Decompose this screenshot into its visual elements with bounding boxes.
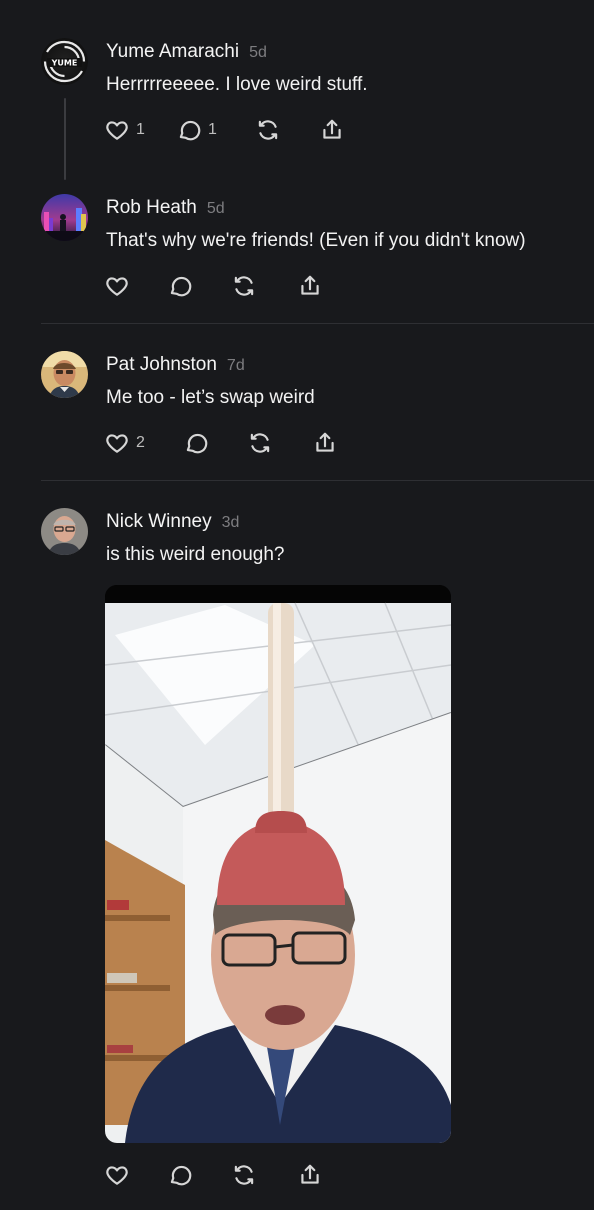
- like-button[interactable]: [104, 1162, 130, 1188]
- post-text: is this weird enough?: [106, 544, 285, 565]
- divider: [41, 323, 594, 324]
- reply-button[interactable]: [183, 430, 209, 456]
- post-header: Nick Winney 3d: [106, 511, 239, 533]
- share-button[interactable]: [297, 1162, 323, 1188]
- thread-connector-line: [64, 98, 66, 180]
- repost-button[interactable]: [247, 430, 273, 456]
- like-button[interactable]: [104, 273, 130, 299]
- share-button[interactable]: [312, 430, 338, 456]
- avatar[interactable]: [41, 351, 88, 398]
- author-name[interactable]: Rob Heath: [106, 197, 197, 218]
- reply-button[interactable]: 1: [176, 117, 217, 143]
- avatar[interactable]: YUME: [41, 38, 88, 85]
- post-timestamp[interactable]: 5d: [249, 44, 267, 61]
- repost-button[interactable]: [231, 1162, 257, 1188]
- divider: [41, 480, 594, 481]
- reply-button[interactable]: [167, 273, 193, 299]
- comment-icon: [186, 433, 208, 454]
- reply-button[interactable]: [167, 1162, 193, 1188]
- post-timestamp[interactable]: 3d: [222, 514, 240, 531]
- repost-button[interactable]: [255, 117, 281, 143]
- author-name[interactable]: Pat Johnston: [106, 354, 217, 375]
- author-name[interactable]: Nick Winney: [106, 511, 212, 532]
- post-header: Yume Amarachi 5d: [106, 41, 267, 63]
- post-timestamp[interactable]: 7d: [227, 357, 245, 374]
- avatar-logo-text: YUME: [51, 59, 78, 68]
- repost-icon: [250, 433, 270, 453]
- share-button[interactable]: [319, 117, 345, 143]
- author-name[interactable]: Yume Amarachi: [106, 41, 239, 62]
- like-button[interactable]: 2: [104, 430, 145, 456]
- share-button[interactable]: [297, 273, 323, 299]
- post-photo[interactable]: [105, 585, 451, 1143]
- reply-count: 1: [208, 121, 217, 138]
- post-text: Herrrrreeeee. I love weird stuff.: [106, 74, 368, 95]
- heart-icon: [106, 434, 128, 453]
- post-header: Rob Heath 5d: [106, 197, 225, 219]
- like-button[interactable]: 1: [104, 117, 145, 143]
- repost-button[interactable]: [231, 273, 257, 299]
- heart-icon: [106, 121, 128, 140]
- repost-icon: [234, 276, 254, 296]
- avatar[interactable]: [41, 508, 88, 555]
- post-text: Me too - let’s swap weird: [106, 387, 315, 408]
- share-icon: [301, 1164, 319, 1184]
- comment-icon: [179, 120, 201, 141]
- heart-icon: [106, 277, 128, 296]
- like-count: 2: [136, 434, 145, 451]
- share-icon: [316, 432, 334, 452]
- share-icon: [301, 275, 319, 295]
- comment-icon: [170, 276, 192, 297]
- post-header: Pat Johnston 7d: [106, 354, 245, 376]
- share-icon: [323, 119, 341, 139]
- like-count: 1: [136, 121, 145, 138]
- repost-icon: [258, 120, 278, 140]
- heart-icon: [106, 1166, 128, 1185]
- avatar[interactable]: [41, 194, 88, 241]
- post-timestamp[interactable]: 5d: [207, 200, 225, 217]
- comment-icon: [170, 1165, 192, 1186]
- repost-icon: [234, 1165, 254, 1185]
- post-text: That's why we're friends! (Even if you d…: [106, 230, 526, 251]
